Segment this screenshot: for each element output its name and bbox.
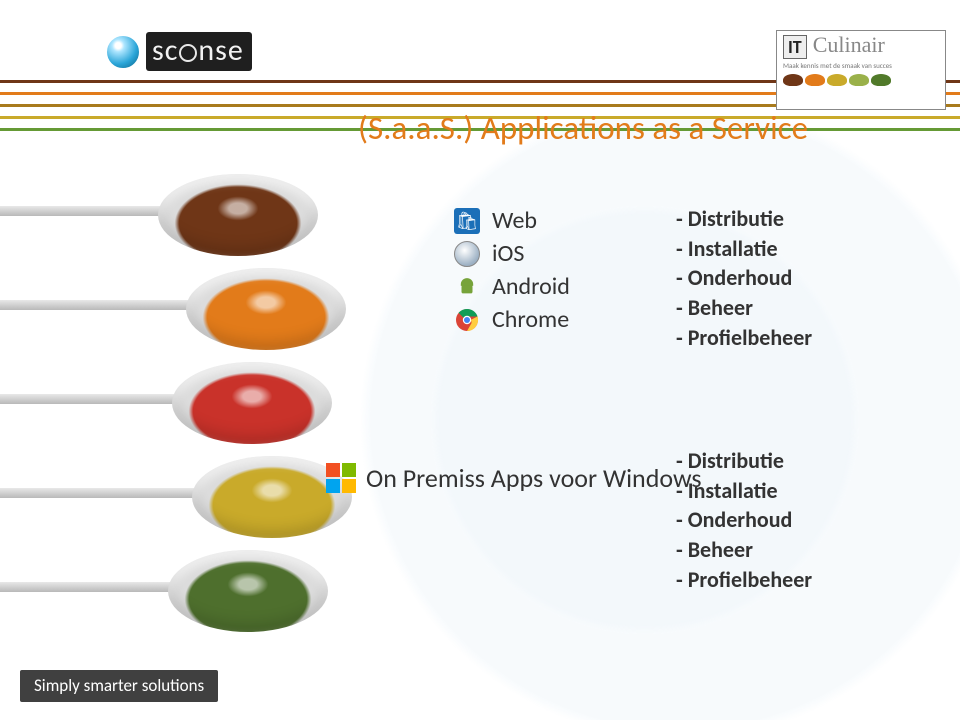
windows-label: On Premiss Apps voor Windows <box>366 462 702 494</box>
spoon-image <box>0 162 356 264</box>
windows-row: On Premiss Apps voor Windows <box>326 462 702 494</box>
platform-label: Android <box>492 272 570 301</box>
badge-culinair-label: Culinair <box>813 35 885 55</box>
ios-icon <box>454 241 480 267</box>
slide-header: scnse IT Culinair Maak kennis met de sma… <box>0 22 960 112</box>
platform-label: iOS <box>492 239 524 268</box>
scense-logo-letters: sc <box>152 32 178 69</box>
page-title: (S.a.a.S.) Applications as a Service <box>358 108 808 148</box>
platform-item-chrome: Chrome <box>454 305 570 334</box>
feature-item: - Beheer <box>676 535 812 565</box>
feature-item: - Installatie <box>676 234 812 264</box>
platform-item-android: Android <box>454 272 570 301</box>
platforms-list: 🛍 Web iOS Android Chrome <box>454 206 570 334</box>
spoon-image <box>14 350 356 452</box>
it-culinair-badge: IT Culinair Maak kennis met de smaak van… <box>776 30 946 110</box>
android-icon <box>454 274 480 300</box>
microsoft-icon <box>326 463 356 493</box>
feature-item: - Onderhoud <box>676 263 812 293</box>
spoon-image <box>10 538 356 640</box>
feature-item: - Onderhoud <box>676 505 812 535</box>
feature-item: - Installatie <box>676 476 812 506</box>
background-swirl <box>260 120 960 720</box>
scense-logo-letters2: nse <box>198 32 243 69</box>
scense-logo-o-icon <box>179 44 197 62</box>
spoon-image <box>34 444 356 546</box>
scense-logo: scnse <box>106 32 252 71</box>
features-list-bottom: - Distributie - Installatie - Onderhoud … <box>676 446 812 594</box>
scense-logo-text: scnse <box>146 32 252 71</box>
chrome-icon <box>454 307 480 333</box>
spoon-image <box>28 256 356 358</box>
feature-item: - Distributie <box>676 204 812 234</box>
footer-tagline: Simply smarter solutions <box>20 670 218 702</box>
feature-item: - Distributie <box>676 446 812 476</box>
feature-item: - Beheer <box>676 293 812 323</box>
features-list-top: - Distributie - Installatie - Onderhoud … <box>676 204 812 352</box>
web-icon: 🛍 <box>454 208 480 234</box>
platform-item-ios: iOS <box>454 239 570 268</box>
badge-it-label: IT <box>783 35 807 59</box>
platform-item-web: 🛍 Web <box>454 206 570 235</box>
badge-spoons-icon <box>783 74 939 86</box>
feature-item: - Profielbeheer <box>676 565 812 595</box>
platform-label: Chrome <box>492 305 569 334</box>
badge-tagline: Maak kennis met de smaak van succes <box>783 61 939 70</box>
spice-spoons-image <box>0 162 356 632</box>
feature-item: - Profielbeheer <box>676 323 812 353</box>
scense-orb-icon <box>106 35 140 69</box>
platform-label: Web <box>492 206 537 235</box>
